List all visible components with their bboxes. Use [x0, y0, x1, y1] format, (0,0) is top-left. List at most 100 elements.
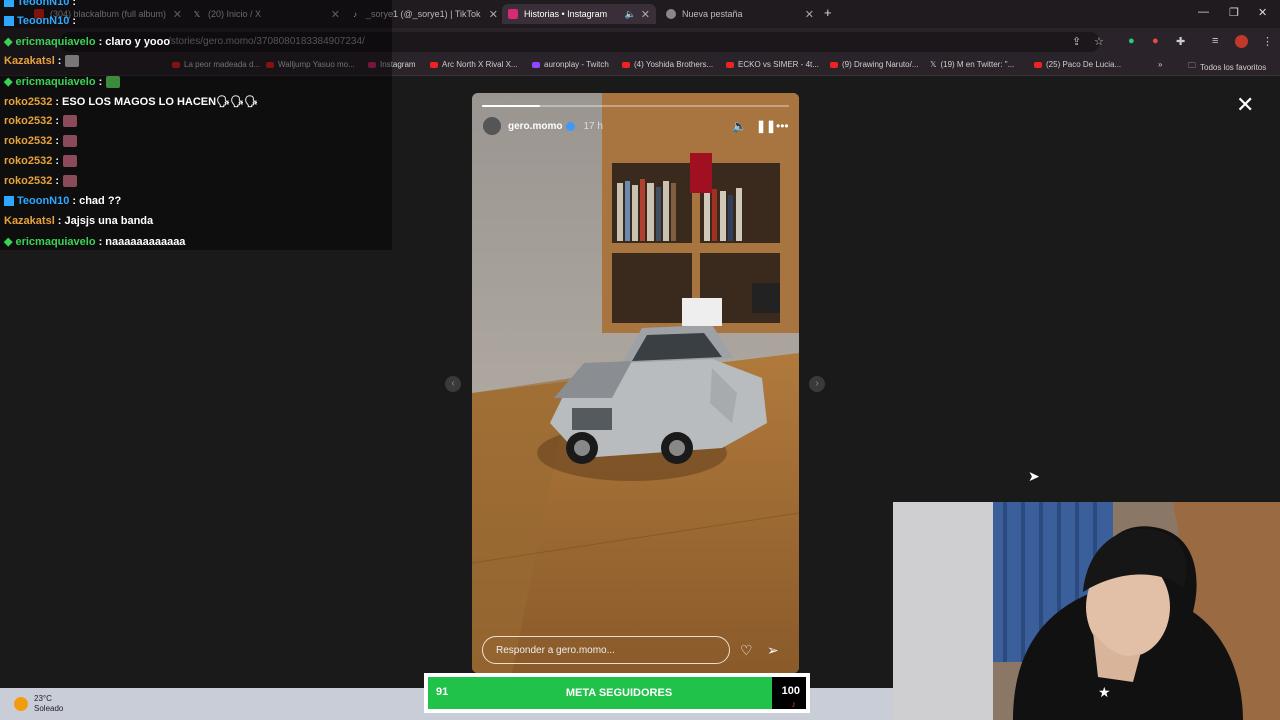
youtube-icon: [726, 61, 734, 68]
diamond-icon: ◆: [4, 236, 13, 248]
chat-message: roko2532: ESO LOS MAGOS LO HACEN🗣🗣🗣: [4, 95, 258, 109]
story-card[interactable]: gero.momo 17 h 🔈 ❚❚ ••• Responder a gero…: [472, 93, 799, 673]
media-icon[interactable]: ≡: [1212, 35, 1218, 47]
diamond-icon: ◆: [4, 76, 13, 88]
speaker-icon[interactable]: 🔈: [732, 119, 747, 133]
emote-icon: [62, 175, 77, 187]
folder-icon: 🗀: [1188, 61, 1196, 70]
chat-username: ericmaquiavelo: [15, 35, 96, 48]
youtube-icon: [830, 61, 838, 68]
close-window-button[interactable]: ✕: [1258, 6, 1267, 19]
bookmark[interactable]: (25) Paco De Lucia...: [1034, 60, 1121, 69]
close-icon[interactable]: ✕: [641, 8, 650, 21]
chat-message: ◆ ericmaquiavelo: naaaaaaaaaaaa: [4, 235, 186, 249]
chat-message: roko2532:: [4, 115, 77, 127]
speaker-icon[interactable]: 🔈: [625, 9, 636, 20]
diamond-icon: ◆: [4, 36, 13, 48]
weather-condition: Soleado: [34, 704, 64, 713]
emote-icon: [62, 115, 77, 127]
previous-story-button[interactable]: ‹: [445, 376, 461, 392]
bookmark[interactable]: auronplay - Twitch: [532, 60, 609, 69]
heart-icon[interactable]: ♡: [740, 642, 753, 659]
bookmark[interactable]: ECKO vs SIMER - 4t...: [726, 60, 819, 69]
reply-placeholder: Responder a gero.momo...: [496, 645, 615, 656]
story-username[interactable]: gero.momo: [508, 121, 562, 132]
chevron-right-icon[interactable]: »: [1158, 60, 1162, 69]
bookmark[interactable]: Arc North X Rival X...: [430, 60, 518, 69]
chat-message: Kazakatsl:: [4, 55, 80, 67]
tab-new[interactable]: Nueva pestaña ✕: [666, 4, 814, 24]
story-age: 17 h: [583, 120, 603, 132]
youtube-icon: [1034, 61, 1042, 68]
story-progress-bar: [482, 105, 789, 107]
bookmark[interactable]: (9) Drawing Naruto/...: [830, 60, 918, 69]
bookmark[interactable]: (4) Yoshida Brothers...: [622, 60, 713, 69]
tab-title: Nueva pestaña: [682, 9, 743, 19]
chat-message: TeoonN10:: [4, 15, 76, 27]
chat-username: roko2532: [4, 175, 53, 187]
send-icon[interactable]: ➢: [767, 642, 779, 659]
emote-icon: [62, 155, 77, 167]
follower-goal-widget: 91 META SEGUIDORES 100 ♪: [424, 673, 810, 713]
youtube-icon: [622, 61, 630, 68]
chat-message: roko2532:: [4, 155, 77, 167]
pause-icon[interactable]: ❚❚: [756, 119, 776, 133]
youtube-icon: [430, 61, 438, 68]
maximize-button[interactable]: ❐: [1229, 6, 1239, 19]
chat-message: TeoonN10: chad ??: [4, 195, 121, 207]
chat-username: Kazakatsl: [4, 55, 55, 67]
story-photo: [472, 93, 799, 673]
menu-icon[interactable]: ⋮: [1262, 35, 1273, 48]
install-icon[interactable]: ⇪: [1072, 35, 1081, 48]
tab-title: Historias • Instagram: [524, 9, 608, 19]
weather-widget[interactable]: 23°C Soleado: [14, 694, 63, 714]
bookmark[interactable]: 𝕏 (19) M en Twitter: "...: [930, 60, 1014, 69]
new-tab-button[interactable]: +: [824, 5, 832, 20]
chat-message: TeoonN10:: [4, 0, 76, 8]
stream-chat: TeoonN10: TeoonN10: ◆ ericmaquiavelo: cl…: [0, 0, 392, 250]
minimize-button[interactable]: —: [1198, 6, 1209, 18]
svg-text:★: ★: [1098, 685, 1111, 701]
close-icon[interactable]: ✕: [805, 8, 814, 21]
puzzle-icon[interactable]: ✚: [1176, 35, 1185, 48]
badge-icon: [4, 196, 14, 206]
verified-badge-icon: [566, 121, 576, 131]
chat-message: ◆ ericmaquiavelo: claro y yooo: [4, 35, 171, 49]
chat-message: ◆ ericmaquiavelo:: [4, 75, 121, 88]
chat-username: roko2532: [4, 135, 53, 147]
chat-username: roko2532: [4, 115, 53, 127]
chat-username: roko2532: [4, 95, 53, 108]
chat-username: Kazakatsl: [4, 215, 55, 227]
sun-icon: [14, 697, 28, 711]
badge-icon: [4, 16, 14, 26]
extension-green-icon[interactable]: ●: [1128, 35, 1135, 47]
tiktok-icon: ♪: [791, 699, 797, 709]
mouse-cursor-icon: ➤: [1028, 468, 1040, 484]
webcam-image: ★: [893, 502, 1280, 720]
chat-message: roko2532:: [4, 175, 77, 187]
chat-username: TeoonN10: [17, 0, 70, 8]
close-story-icon[interactable]: ✕: [1236, 92, 1254, 118]
avatar[interactable]: [482, 116, 502, 136]
x-icon: 𝕏: [930, 60, 937, 69]
story-progress-fill: [482, 105, 541, 107]
more-options-icon[interactable]: •••: [776, 119, 789, 133]
bookmarks-folder[interactable]: 🗀 Todos los favoritos: [1188, 60, 1266, 74]
badge-icon: [4, 0, 14, 7]
emote-icon: [106, 75, 121, 88]
emote-icon: [65, 55, 80, 67]
extension-red-icon[interactable]: ●: [1152, 35, 1159, 47]
reply-input[interactable]: Responder a gero.momo...: [482, 636, 730, 664]
chat-username: roko2532: [4, 155, 53, 167]
emote-icon: [62, 135, 77, 147]
instagram-icon: [508, 9, 518, 19]
goal-target: 100: [781, 685, 800, 697]
twitch-icon: [532, 61, 540, 68]
star-icon[interactable]: ☆: [1094, 35, 1104, 48]
profile-avatar[interactable]: [1235, 35, 1248, 48]
chat-message: Kazakatsl: Jajsjs una banda: [4, 215, 154, 227]
next-story-button[interactable]: ›: [809, 376, 825, 392]
tab-instagram[interactable]: Historias • Instagram 🔈 ✕: [502, 4, 656, 24]
story-header: gero.momo 17 h 🔈 ❚❚ •••: [482, 115, 789, 137]
close-icon[interactable]: ✕: [489, 8, 498, 21]
